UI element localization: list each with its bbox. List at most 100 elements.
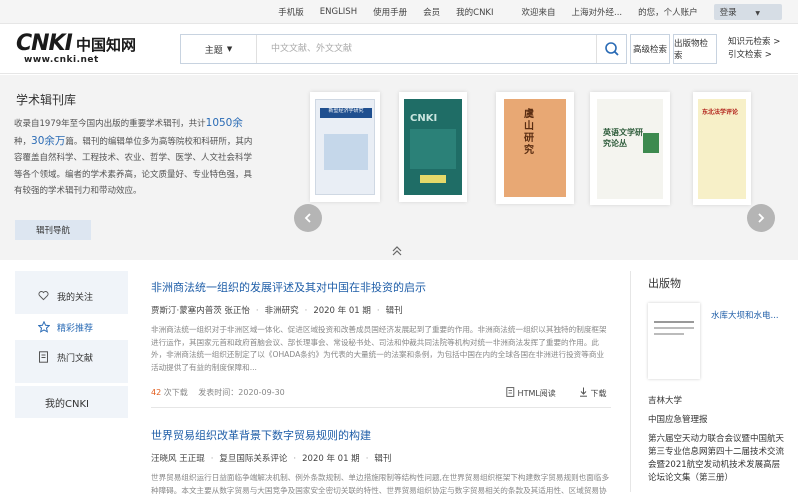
top-links: 手机版 ENGLISH 使用手册 会员 我的CNKI 欢迎来自 上海对外经...… — [278, 0, 798, 24]
publisher-link[interactable]: 吉林大学 — [648, 395, 788, 408]
article-meta: 贾斯汀·蒙塞内普茨 张正怡 · 非洲研究 · 2020 年 01 期 · 辑刊 — [151, 306, 403, 316]
article-authors[interactable]: 汪晓风 王正琨 — [151, 454, 205, 464]
article-abstract: 非洲商法统一组织对于非洲区域一体化、促进区域投资和改善成员国经济发展起到了重要的… — [151, 325, 607, 372]
download-button[interactable]: 下载 — [579, 387, 607, 399]
knowledge-element-search-link[interactable]: 知识元检索 > — [728, 36, 780, 49]
article-card: 世界贸易组织改革背景下数字贸易规则的构建 汪晓风 王正琨 · 复旦国际关系评论 · 20… — [151, 427, 611, 500]
search-button[interactable] — [596, 35, 626, 63]
publication-thumbnail[interactable] — [648, 303, 700, 379]
publish-date: 发表时间：2020-09-30 — [198, 388, 285, 397]
carousel-prev-button[interactable] — [294, 204, 322, 232]
publisher-link[interactable]: 中国应急管理报 — [648, 414, 788, 427]
article-category: 辑刊 — [385, 306, 403, 316]
search-field-select[interactable]: 主题 ▼ — [181, 35, 257, 63]
journal-nav-button[interactable]: 辑刊导航 — [15, 220, 91, 240]
download-icon — [580, 387, 587, 397]
banner: 学术辑刊库 收录自1979年至今国内出版的重要学术辑刊，共计1050余种，30余… — [0, 75, 798, 260]
article-divider — [151, 407, 611, 408]
search-input[interactable]: 中文文献、外文文献 — [271, 35, 352, 63]
article-category: 辑刊 — [374, 454, 392, 464]
login-label: 登录 — [719, 8, 737, 18]
article-footer: 42 次下载 发表时间：2020-09-30 HTML阅读 下载 — [151, 387, 611, 403]
library-description: 收录自1979年至今国内出版的重要学术辑刊，共计1050余种，30余万篇。辑刊的… — [14, 115, 259, 200]
nav-item-recommended[interactable]: 精彩推荐 — [15, 314, 136, 340]
html-read-button[interactable]: HTML阅读 — [506, 387, 556, 399]
logo-url: www.cnki.net — [24, 55, 99, 65]
book-cover[interactable]: 东北法学评论 — [693, 92, 751, 205]
article-card: 非洲商法统一组织的发展评述及其对中国在非投资的启示 贾斯汀·蒙塞内普茨 张正怡 ·… — [151, 279, 611, 403]
article-meta: 汪晓风 王正琨 · 复旦国际关系评论 · 2020 年 01 期 · 辑刊 — [151, 454, 392, 464]
nav-item-label: 热门文献 — [57, 353, 94, 364]
chevron-down-icon: ▼ — [755, 10, 760, 17]
header: CNKI 中国知网 www.cnki.net 主题 ▼ 中文文献、外文文献 高级… — [0, 24, 798, 74]
manual-link[interactable]: 使用手册 — [373, 6, 407, 18]
nav-item-label: 我的关注 — [57, 292, 94, 303]
desc-part-1: 收录自1979年至今国内出版的重要学术辑刊，共计 — [14, 119, 206, 129]
download-count: 42 — [151, 388, 162, 397]
article-title[interactable]: 世界贸易组织改革背景下数字贸易规则的构建 — [151, 427, 611, 443]
page-title: 学术辑刊库 — [16, 93, 77, 107]
article-issue: 2020 年 01 期 — [302, 454, 360, 464]
logo-text: CNKI — [16, 31, 73, 56]
book-cover[interactable]: CNKI — [399, 92, 467, 202]
member-link[interactable]: 会员 — [423, 6, 440, 18]
book-cover[interactable]: 虞山研究 — [496, 92, 574, 204]
advanced-search-button[interactable]: 高级检索 — [630, 34, 670, 64]
book-cover[interactable]: 英语文学研究论丛 — [590, 92, 670, 205]
welcome-text: 欢迎来自 — [521, 8, 556, 18]
chevron-left-icon — [304, 213, 311, 223]
html-read-label: HTML阅读 — [517, 389, 556, 398]
html-document-icon — [506, 387, 515, 397]
book-cover[interactable]: 新型经济学研究 — [310, 92, 380, 202]
nav-item-hot-documents[interactable]: 热门文献 — [15, 344, 128, 370]
desc-part-2: 种， — [14, 136, 32, 147]
chevron-right-icon — [758, 213, 765, 223]
citation-search-link[interactable]: 引文检索 > — [728, 49, 780, 62]
publisher-link[interactable]: 第六届空天动力联合会议暨中国航天第三专业信息网第四十二届技术交流会暨2021航空… — [648, 433, 788, 485]
top-bar: 手机版 ENGLISH 使用手册 会员 我的CNKI 欢迎来自 上海对外经...… — [0, 0, 798, 24]
nav-item-label: 精彩推荐 — [57, 323, 94, 334]
search-icon — [605, 42, 619, 56]
caret-down-icon: ▼ — [226, 45, 233, 53]
my-cnki-link[interactable]: 我的CNKI — [456, 6, 493, 18]
book-title: 英语文学研究论丛 — [603, 127, 643, 148]
download-count-label: 次下载 — [163, 388, 188, 397]
article-count: 30余万 — [31, 134, 66, 147]
star-icon — [38, 321, 50, 333]
my-cnki-panel[interactable]: 我的CNKI — [15, 386, 128, 418]
publications-panel: 出版物 水库大坝和水电... 吉林大学 中国应急管理报 第六届空天动力联合会议暨… — [630, 271, 798, 492]
article-journal[interactable]: 复旦国际关系评论 — [219, 454, 287, 464]
login-button[interactable]: 登录 ▼ — [713, 4, 782, 20]
mobile-link[interactable]: 手机版 — [278, 6, 304, 18]
double-chevron-up-icon — [392, 246, 402, 256]
heart-icon — [38, 291, 49, 301]
cnki-logo[interactable]: CNKI 中国知网 www.cnki.net — [16, 31, 136, 67]
personal-account-text[interactable]: 的您，个人账户 — [638, 6, 698, 18]
english-link[interactable]: ENGLISH — [320, 7, 357, 17]
article-journal[interactable]: 非洲研究 — [265, 306, 299, 316]
left-nav-box: 我的关注 精彩推荐 热门文献 — [15, 271, 136, 383]
left-nav: 我的关注 精彩推荐 热门文献 我的CNKI — [15, 271, 136, 461]
book-title: 东北法学评论 — [702, 108, 739, 116]
article-issue: 2020 年 01 期 — [313, 306, 371, 316]
carousel-next-button[interactable] — [747, 204, 775, 232]
document-icon — [39, 351, 48, 363]
book-title: CNKI — [410, 113, 438, 124]
nav-item-my-follows[interactable]: 我的关注 — [15, 283, 128, 309]
book-title: 虞山研究 — [524, 109, 534, 156]
book-title: 新型经济学研究 — [328, 108, 364, 114]
publication-search-button[interactable]: 出版物检索 — [673, 34, 717, 64]
article-title[interactable]: 非洲商法统一组织的发展评述及其对中国在非投资的启示 — [151, 279, 611, 295]
collapse-banner-button[interactable] — [391, 246, 403, 258]
article-abstract: 世界贸易组织运行日益面临争端解决机制、例外条款规制、单边措施限制等结构性问题,在… — [151, 473, 610, 495]
search-field-label: 主题 — [204, 45, 223, 56]
logo-chinese: 中国知网 — [76, 36, 137, 54]
download-label: 下载 — [590, 389, 607, 398]
right-search-links: 知识元检索 > 引文检索 > — [728, 36, 780, 62]
featured-publication-link[interactable]: 水库大坝和水电... — [711, 309, 779, 321]
search-box: 主题 ▼ 中文文献、外文文献 — [180, 34, 627, 64]
journal-count: 1050余 — [205, 117, 243, 129]
article-authors[interactable]: 贾斯汀·蒙塞内普茨 张正怡 — [151, 306, 250, 316]
publications-title: 出版物 — [648, 277, 681, 290]
org-link[interactable]: 上海对外经... — [572, 6, 623, 18]
